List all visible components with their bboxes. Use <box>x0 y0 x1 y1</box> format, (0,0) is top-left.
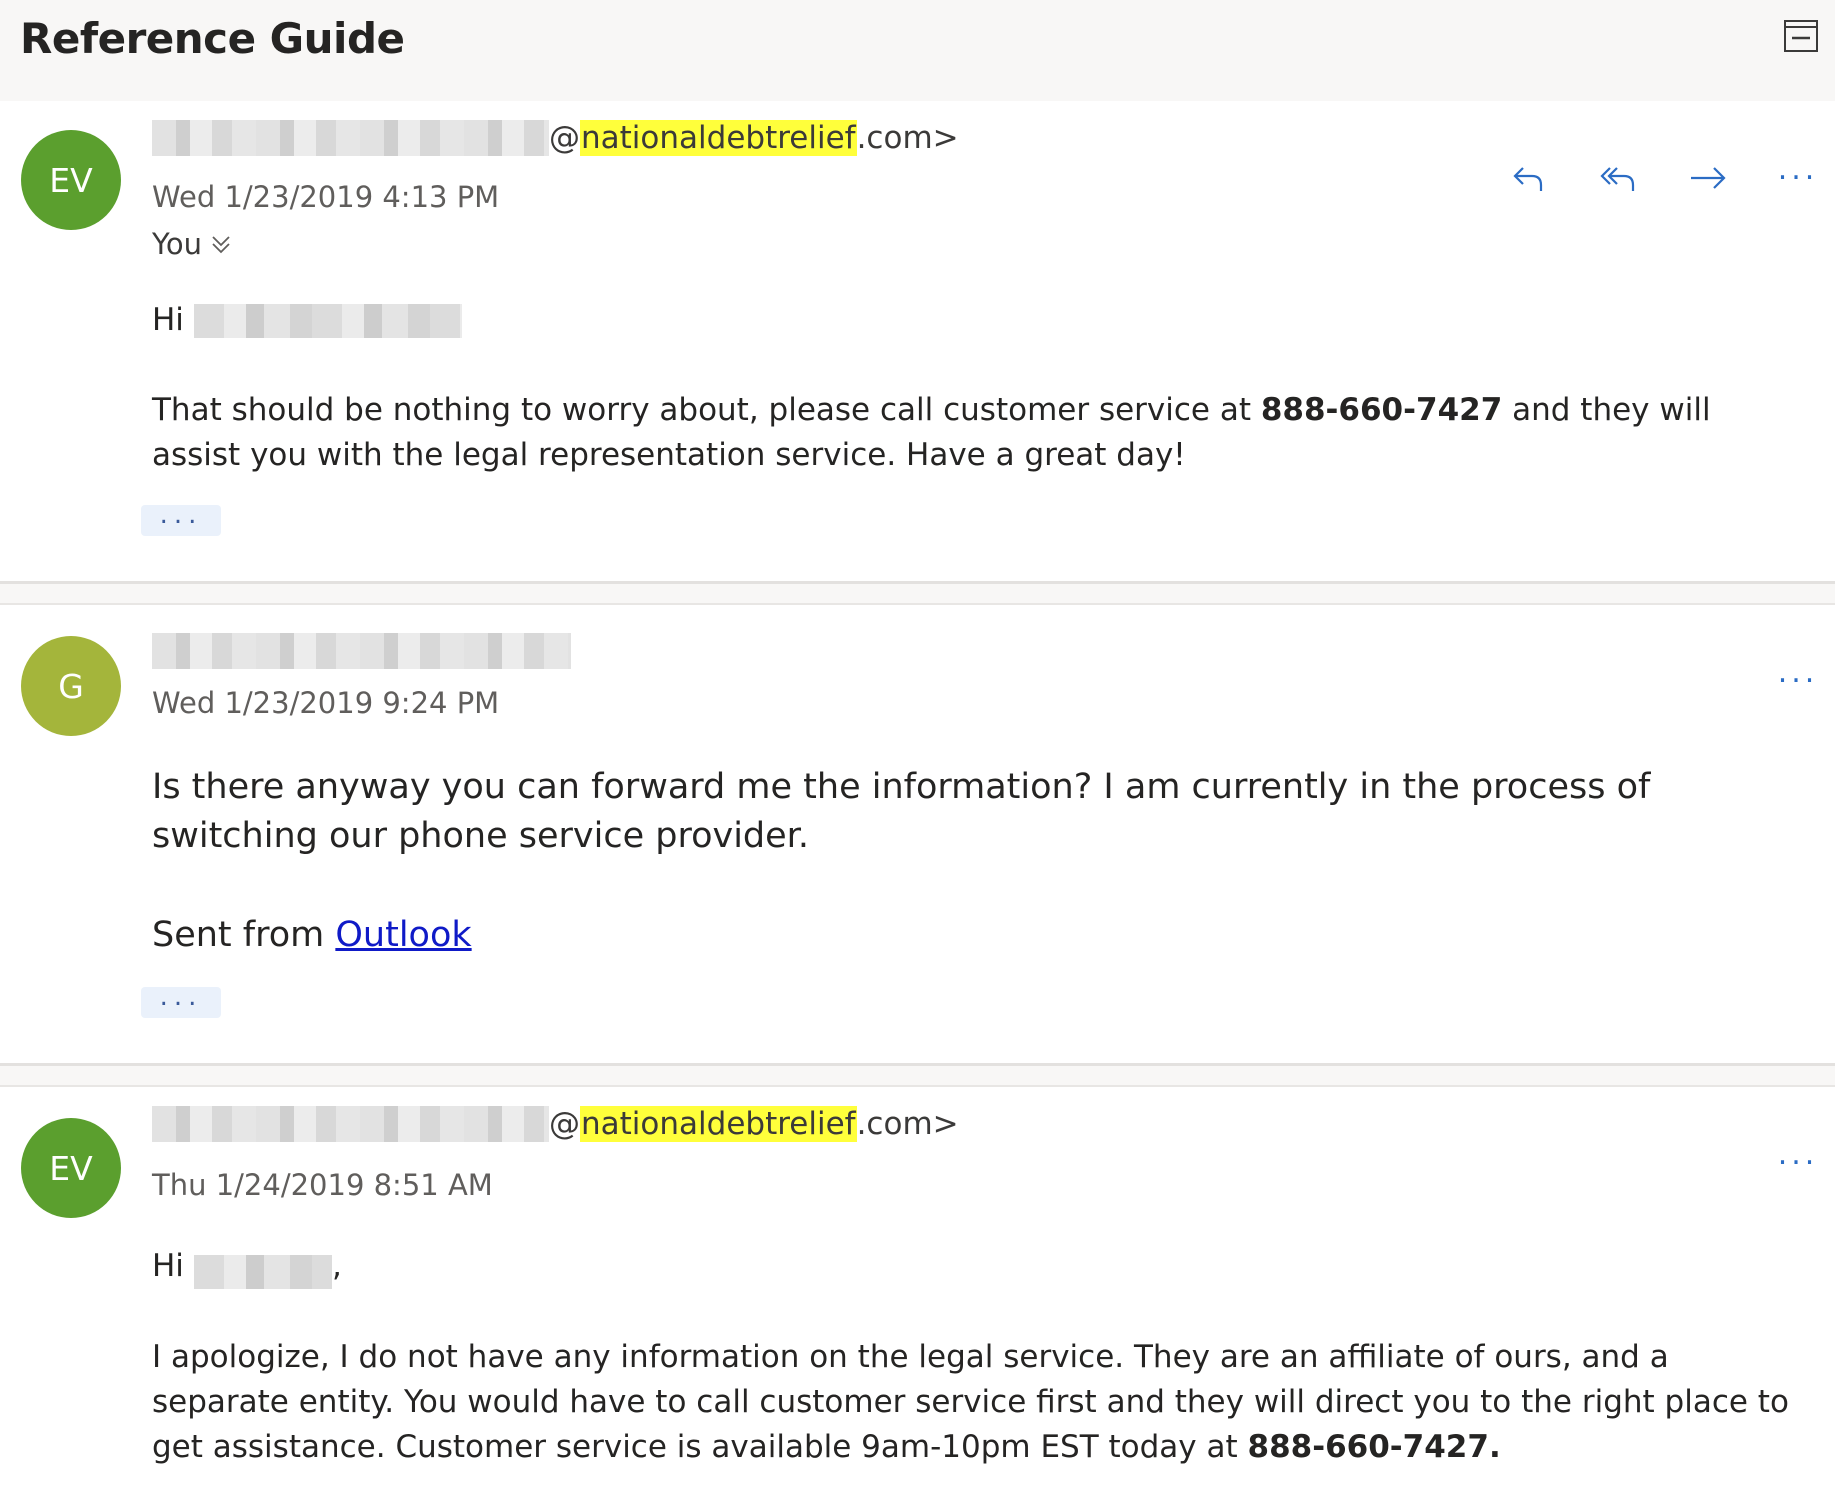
message-date: Wed 1/23/2019 9:24 PM <box>152 686 500 720</box>
show-more-button[interactable]: ... <box>141 981 221 1018</box>
more-actions-button[interactable]: ... <box>1776 655 1820 703</box>
sender-domain-suffix: .com> <box>856 120 959 156</box>
message-date: Thu 1/24/2019 8:51 AM <box>152 1168 493 1202</box>
sender-domain-suffix: .com> <box>856 1106 959 1142</box>
sender-address[interactable]: @ nationaldebtrelief .com> <box>152 1101 959 1147</box>
phone-number: 888-660-7427. <box>1247 1429 1501 1465</box>
redacted-recipient-name <box>193 303 462 338</box>
signature-prefix: Sent from <box>152 915 336 955</box>
more-actions-button[interactable]: ... <box>1776 1137 1820 1185</box>
phone-number: 888-660-7427 <box>1260 392 1503 428</box>
reply-icon <box>1513 167 1543 191</box>
greeting-line: Hi <box>152 298 1792 343</box>
email-message-1[interactable]: EV @ nationaldebtrelief .com> Wed 1/23/2… <box>0 101 1835 581</box>
more-label: ... <box>159 499 203 530</box>
greeting-text: Hi <box>152 1248 184 1284</box>
sender-at: @ <box>549 120 580 156</box>
sender-domain-highlight: nationaldebtrelief <box>580 120 857 156</box>
more-dots-icon: ... <box>1777 1137 1819 1172</box>
recipient-line[interactable]: You <box>152 227 232 261</box>
popout-window-icon[interactable] <box>1782 16 1820 54</box>
email-message-3[interactable]: EV @ nationaldebtrelief .com> Thu 1/24/2… <box>0 1087 1835 1497</box>
more-dots-icon: ... <box>1777 655 1819 690</box>
message-actions: ... <box>1776 655 1820 703</box>
reply-all-icon <box>1600 167 1635 191</box>
forward-button[interactable] <box>1686 156 1730 200</box>
message-divider <box>0 581 1835 605</box>
outlook-link[interactable]: Outlook <box>335 915 471 955</box>
greeting-text: Hi <box>152 302 184 338</box>
redacted-sender-name <box>152 1106 549 1142</box>
message-divider <box>0 1063 1835 1087</box>
message-actions: ... <box>1776 1137 1820 1185</box>
greeting-line: Hi , <box>152 1244 1792 1289</box>
reply-all-button[interactable] <box>1596 156 1640 200</box>
recipient-label: You <box>152 227 202 261</box>
greeting-comma: , <box>331 1248 342 1284</box>
reply-button[interactable] <box>1506 156 1550 200</box>
message-body: Is there anyway you can forward me the i… <box>152 767 1651 856</box>
sender-at: @ <box>549 1106 580 1142</box>
more-label: ... <box>159 981 203 1012</box>
double-chevron-down-icon[interactable] <box>210 233 232 255</box>
redacted-sender-name <box>152 120 549 156</box>
redacted-sender-name <box>152 633 571 669</box>
sender-address[interactable]: @ nationaldebtrelief .com> <box>152 115 959 161</box>
body-text-start: That should be nothing to worry about, p… <box>152 392 1261 428</box>
show-more-button[interactable]: ... <box>141 499 221 536</box>
body-text-start: I apologize, I do not have any informati… <box>152 1339 1789 1465</box>
sender-domain-highlight: nationaldebtrelief <box>580 1106 857 1142</box>
avatar[interactable]: G <box>21 636 121 736</box>
message-body: That should be nothing to worry about, p… <box>152 388 1792 478</box>
redacted-recipient-name <box>193 1255 332 1289</box>
forward-arrow-icon <box>1691 167 1726 189</box>
message-actions: ... <box>1506 152 1820 200</box>
more-dots-icon: ... <box>1777 152 1819 187</box>
avatar[interactable]: EV <box>21 1118 121 1218</box>
sender-address[interactable] <box>152 628 571 674</box>
more-actions-button[interactable]: ... <box>1776 152 1820 200</box>
signature-line: Sent from Outlook <box>152 911 1792 960</box>
message-date: Wed 1/23/2019 4:13 PM <box>152 180 500 214</box>
message-body: I apologize, I do not have any informati… <box>152 1335 1792 1470</box>
email-message-2[interactable]: G Wed 1/23/2019 9:24 PM Is there anyway … <box>0 605 1835 1063</box>
reading-pane-header: Reference Guide <box>0 0 1835 101</box>
avatar[interactable]: EV <box>21 130 121 230</box>
conversation-title: Reference Guide <box>20 14 405 63</box>
